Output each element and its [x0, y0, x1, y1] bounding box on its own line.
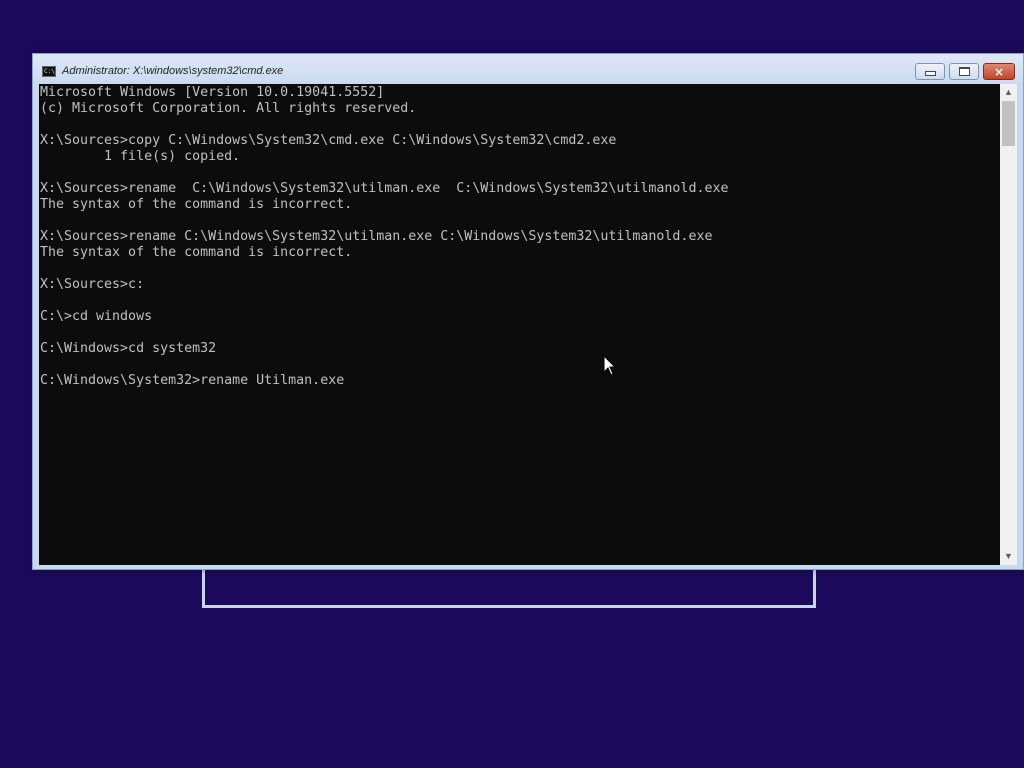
minimize-icon [924, 71, 936, 76]
close-icon: × [993, 64, 1005, 79]
window-title: Administrator: X:\windows\system32\cmd.e… [62, 65, 284, 77]
console-line: C:\Windows\System32>rename Utilman.exe [40, 373, 345, 388]
maximize-button[interactable] [949, 63, 979, 80]
console-line: C:\Windows>cd system32 [40, 341, 217, 356]
vertical-scrollbar[interactable]: ▲ ▼ [1000, 84, 1017, 565]
console-line: Microsoft Windows [Version 10.0.19041.55… [40, 85, 385, 100]
console-line: C:\>cd windows [40, 309, 153, 324]
scroll-down-icon[interactable]: ▼ [1000, 548, 1017, 565]
maximize-icon [958, 67, 970, 76]
mouse-pointer-icon [603, 355, 617, 376]
title-bar[interactable]: C:\ Administrator: X:\windows\system32\c… [33, 54, 1023, 84]
scroll-thumb[interactable] [1002, 101, 1015, 146]
console-line: (c) Microsoft Corporation. All rights re… [40, 101, 417, 116]
scroll-up-icon[interactable]: ▲ [1000, 84, 1017, 101]
console-line: X:\Sources>c: [40, 277, 145, 292]
desktop-background: C:\ Administrator: X:\windows\system32\c… [0, 0, 1024, 768]
console-line: The syntax of the command is incorrect. [40, 245, 353, 260]
cmd-icon-label: C:\ [44, 68, 55, 75]
close-button[interactable]: × [983, 63, 1015, 80]
console-line: X:\Sources>rename C:\Windows\System32\ut… [40, 229, 713, 244]
cmd-icon[interactable]: C:\ [42, 66, 56, 77]
console-line: The syntax of the command is incorrect. [40, 197, 353, 212]
console-output[interactable]: Microsoft Windows [Version 10.0.19041.55… [39, 84, 1000, 565]
minimize-button[interactable] [915, 63, 945, 80]
console-line: X:\Sources>copy C:\Windows\System32\cmd.… [40, 133, 617, 148]
console-line: X:\Sources>rename C:\Windows\System32\ut… [40, 181, 729, 196]
console-text: Microsoft Windows [Version 10.0.19041.55… [40, 85, 728, 389]
console-line: 1 file(s) copied. [40, 149, 241, 164]
cmd-window: C:\ Administrator: X:\windows\system32\c… [32, 53, 1024, 570]
